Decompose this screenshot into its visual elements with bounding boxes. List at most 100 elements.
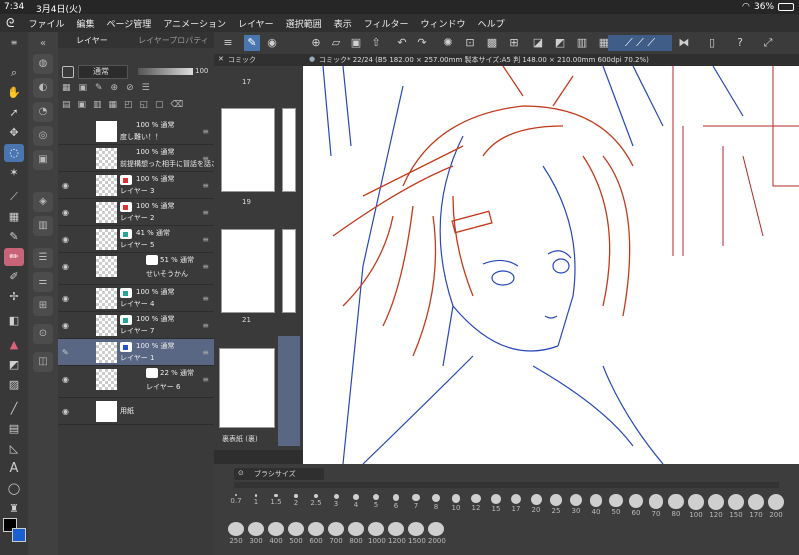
brush-size-option[interactable]: 8 [428, 494, 444, 511]
tab-layer[interactable]: レイヤー [76, 35, 108, 46]
item-bank-icon[interactable]: ◫ [33, 352, 53, 372]
menu-icon[interactable]: ≡ [220, 35, 236, 51]
flip-icon[interactable]: ⧓ [676, 35, 692, 51]
transform-icon[interactable]: ⊞ [506, 35, 522, 51]
drag-handle-icon[interactable]: ≡ [202, 235, 209, 244]
brush-size-option[interactable]: 1.5 [268, 494, 284, 506]
eye-icon[interactable]: ◉ [62, 407, 69, 416]
brush-size-option[interactable]: 10 [448, 494, 464, 512]
layer-row[interactable]: ◉ 100 % 通常 レイヤー 7 ≡ [58, 312, 214, 339]
tool-icon[interactable]: ✎ [244, 35, 260, 51]
new-icon[interactable]: ⊕ [308, 35, 324, 51]
menu-window[interactable]: ウィンドウ [415, 17, 472, 30]
deselect-icon[interactable]: ◪ [530, 35, 546, 51]
layer-row-selected[interactable]: ✎ 100 % 通常 レイヤー 1 ≡ [58, 339, 214, 366]
brush-size-option[interactable]: 2.5 [308, 494, 324, 507]
brush-size-option[interactable]: 1200 [388, 522, 406, 545]
move-layer-icon[interactable]: ✥ [4, 124, 24, 142]
zoom-icon[interactable]: ⌕ [4, 64, 24, 82]
brush-settings-icon[interactable]: ⚌ [33, 272, 53, 292]
brush-size-option[interactable]: 30 [568, 494, 584, 515]
object-icon[interactable]: ➚ [4, 104, 24, 122]
invert-selection-icon[interactable]: ◩ [552, 35, 568, 51]
layers-tab-icon[interactable]: ◈ [33, 192, 53, 212]
drag-handle-icon[interactable]: ≡ [202, 154, 209, 163]
brush-size-option[interactable]: 170 [748, 494, 764, 519]
brush-size-option[interactable]: 80 [668, 494, 684, 518]
brush-size-option[interactable]: 200 [768, 494, 784, 519]
magic-wand-icon[interactable]: ✶ [4, 164, 24, 182]
drag-handle-icon[interactable]: ≡ [202, 127, 209, 136]
layer-lock-icons[interactable]: ▦▣✎⊕⊘☰ [62, 83, 212, 95]
collapse-panel-icon[interactable]: « [33, 34, 53, 54]
undo-icon[interactable]: ↶ [394, 35, 410, 51]
layer-row[interactable]: ◉ 100 % 通常 レイヤー 4 ≡ [58, 285, 214, 312]
page-thumbnail[interactable] [282, 108, 296, 192]
eye-icon[interactable]: ◉ [62, 208, 69, 217]
page-thumbnail[interactable] [221, 229, 275, 313]
drag-handle-icon[interactable]: ≡ [202, 375, 209, 384]
layer-row[interactable]: ◉ 100 % 通常 レイヤー 3 ≡ [58, 172, 214, 199]
sub-color-swatch[interactable] [12, 528, 26, 542]
page-thumbnail[interactable] [221, 108, 275, 192]
adjust-icon[interactable]: ⊞ [33, 296, 53, 316]
clear-icon[interactable]: ⊡ [462, 35, 478, 51]
brush-size-icon[interactable]: ⊙ [238, 469, 244, 477]
brush-size-option[interactable]: 70 [648, 494, 664, 518]
brush-size-option[interactable]: 150 [728, 494, 744, 519]
layer-action-icons[interactable]: ▤▣▥▦◰◱▢⌫ [62, 100, 212, 112]
history-icon[interactable]: ◔ [33, 102, 53, 122]
brush-size-option[interactable]: 300 [248, 522, 264, 545]
drag-handle-icon[interactable]: ≡ [202, 348, 209, 357]
brush-size-option[interactable]: 700 [328, 522, 344, 545]
layer-row[interactable]: 100 % 通常 前提構想った相手に冒話を話させ ≡ [58, 145, 225, 172]
brush-size-option[interactable]: 800 [348, 522, 364, 545]
tool-property-icon[interactable]: ☰ [33, 248, 53, 268]
menu-layer[interactable]: レイヤー [232, 17, 280, 30]
eye-icon[interactable]: ◉ [62, 294, 69, 303]
frame-icon[interactable]: ▦ [4, 208, 24, 226]
brush-size-option[interactable]: 6 [388, 494, 404, 510]
material-icon[interactable]: ▥ [33, 216, 53, 236]
layer-row[interactable]: ◉ 22 % 通常 レイヤー 6 ≡ [58, 366, 214, 398]
sub-view-icon[interactable]: ▣ [33, 150, 53, 170]
brush-size-option[interactable]: 50 [608, 494, 624, 516]
menu-file[interactable]: ファイル [22, 17, 70, 30]
brush-size-option[interactable]: 2 [288, 494, 304, 507]
eye-icon[interactable]: ◉ [62, 321, 69, 330]
line-icon[interactable]: ╱ [4, 400, 24, 418]
loading-icon[interactable]: ✺ [440, 35, 456, 51]
eraser-icon[interactable]: ◧ [4, 312, 24, 330]
drag-handle-icon[interactable]: ≡ [202, 181, 209, 190]
eye-icon[interactable]: ◉ [62, 235, 69, 244]
fill-selection-icon[interactable]: ▩ [484, 35, 500, 51]
brush-size-scrollbar[interactable] [234, 482, 779, 488]
show-selection-icon[interactable]: ▥ [574, 35, 590, 51]
brush-size-option[interactable]: 120 [708, 494, 724, 519]
brush-size-option[interactable]: 4 [348, 494, 364, 509]
layer-row[interactable]: ◉ 100 % 通常 レイヤー 2 ≡ [58, 199, 214, 226]
brush-size-option[interactable]: 0.7 [228, 494, 244, 505]
airbrush-icon[interactable]: ✢ [4, 288, 24, 306]
gradient-icon[interactable]: ▨ [4, 376, 24, 394]
search-layer-icon[interactable]: ⊙ [33, 324, 53, 344]
brush-size-option[interactable]: 1000 [368, 522, 386, 545]
canvas-tab-dot-icon[interactable]: ● [309, 55, 315, 63]
smartphone-icon[interactable]: ▯ [704, 35, 720, 51]
menu-view[interactable]: 表示 [328, 17, 358, 30]
menu-help[interactable]: ヘルプ [472, 17, 511, 30]
drag-handle-icon[interactable]: ≡ [202, 321, 209, 330]
balloon-icon[interactable]: ◯ [4, 480, 24, 498]
brush-size-option[interactable]: 400 [268, 522, 284, 545]
brush-size-option[interactable]: 600 [308, 522, 324, 545]
export-icon[interactable]: ⇧ [368, 35, 384, 51]
brush-size-option[interactable]: 40 [588, 494, 604, 516]
decoration-icon[interactable]: ▲ [4, 336, 24, 354]
brush-size-option[interactable]: 250 [228, 522, 244, 545]
current-page-highlight[interactable] [278, 336, 300, 446]
eyedropper-icon[interactable]: ⟋ [4, 188, 24, 206]
shape-icon[interactable]: ◺ [4, 440, 24, 458]
brush-size-option[interactable]: 15 [488, 494, 504, 513]
layer-row[interactable]: ◉ 41 % 通常 レイヤー 5 ≡ [58, 226, 214, 253]
drag-handle-icon[interactable]: ≡ [202, 208, 209, 217]
